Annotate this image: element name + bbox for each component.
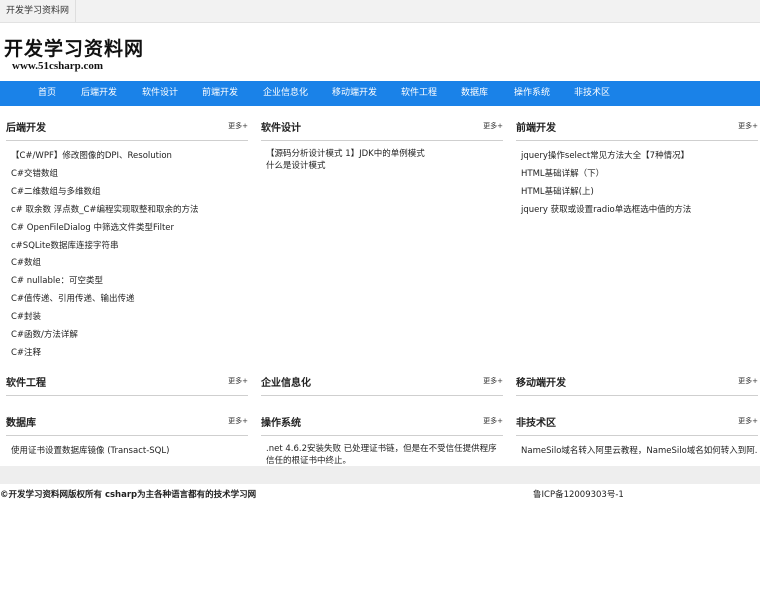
more-link[interactable]: 更多+	[738, 376, 758, 386]
logo-url: www.51csharp.com	[12, 60, 104, 72]
section-database: 数据库 更多+ 使用证书设置数据库镜像 (Transact-SQL)	[6, 407, 248, 461]
section-swe: 软件工程 更多+	[6, 367, 248, 396]
more-link[interactable]: 更多+	[483, 376, 503, 386]
list-item[interactable]: C#封装	[6, 309, 248, 327]
copyright-text: ©开发学习资料网版权所有 csharp为主各种语言都有的技术学习网	[0, 490, 257, 500]
list-item[interactable]: C#二维数组与多维数组	[6, 184, 248, 202]
article-list: 【C#/WPF】修改图像的DPI、Resolution C#交错数组 C#二维数…	[6, 148, 248, 363]
section-os: 操作系统 更多+ .net 4.6.2安装失败 已处理证书链，但是在不受信任提供…	[261, 407, 503, 467]
main-nav: 首页 后端开发 软件设计 前端开发 企业信息化 移动端开发 软件工程 数据库 操…	[0, 81, 760, 106]
section-header: 非技术区 更多+	[516, 407, 758, 436]
nav-item-swe[interactable]: 软件工程	[401, 81, 437, 106]
nav-item-design[interactable]: 软件设计	[142, 81, 178, 106]
section-header: 软件设计 更多+	[261, 112, 503, 141]
list-item[interactable]: c#SQLite数据库连接字符串	[6, 238, 248, 256]
list-item[interactable]: jquery 获取或设置radio单选框选中值的方法	[516, 202, 758, 220]
section-title: 移动端开发	[516, 378, 566, 389]
section-header: 企业信息化 更多+	[261, 367, 503, 396]
list-item[interactable]: C#交错数组	[6, 166, 248, 184]
section-title: 后端开发	[6, 123, 46, 134]
section-backend: 后端开发 更多+ 【C#/WPF】修改图像的DPI、Resolution C#交…	[6, 112, 248, 363]
section-design: 软件设计 更多+ 【源码分析设计模式 1】JDK中的单例模式 什么是设计模式	[261, 112, 503, 172]
section-title: 软件工程	[6, 378, 46, 389]
site-home-link[interactable]: 开发学习资料网	[0, 0, 77, 22]
list-item[interactable]: 【源码分析设计模式 1】JDK中的单例模式	[261, 148, 503, 160]
section-header: 前端开发 更多+	[516, 112, 758, 141]
nav-item-nontech[interactable]: 非技术区	[574, 81, 610, 106]
list-item[interactable]: C# nullable：可空类型	[6, 273, 248, 291]
section-header: 数据库 更多+	[6, 407, 248, 436]
section-title: 非技术区	[516, 418, 556, 429]
nav-item-backend[interactable]: 后端开发	[81, 81, 117, 106]
list-item[interactable]: jquery操作select常见方法大全【7种情况】	[516, 148, 758, 166]
section-title: 前端开发	[516, 123, 556, 134]
footer: ©开发学习资料网版权所有 csharp为主各种语言都有的技术学习网 鲁ICP备1…	[0, 484, 760, 504]
nav-item-mobile[interactable]: 移动端开发	[332, 81, 377, 106]
list-item[interactable]: 【C#/WPF】修改图像的DPI、Resolution	[6, 148, 248, 166]
top-bar: 开发学习资料网	[0, 0, 760, 23]
list-item[interactable]: C#数组	[6, 255, 248, 273]
section-title: 软件设计	[261, 123, 301, 134]
list-item[interactable]: 什么是设计模式	[261, 160, 503, 172]
article-list: NameSilo域名转入阿里云教程，NameSilo域名如何转入到阿...	[516, 443, 758, 461]
more-link[interactable]: 更多+	[738, 416, 758, 426]
list-item[interactable]: C#值传递、引用传递、输出传递	[6, 291, 248, 309]
article-list: jquery操作select常见方法大全【7种情况】 HTML基础详解（下） H…	[516, 148, 758, 220]
list-item[interactable]: HTML基础详解(上)	[516, 184, 758, 202]
list-item[interactable]: HTML基础详解（下）	[516, 166, 758, 184]
section-header: 操作系统 更多+	[261, 407, 503, 436]
nav-item-home[interactable]: 首页	[38, 81, 56, 106]
article-list: 【源码分析设计模式 1】JDK中的单例模式 什么是设计模式	[261, 148, 503, 172]
footer-band	[0, 466, 760, 484]
nav-item-database[interactable]: 数据库	[461, 81, 488, 106]
section-frontend: 前端开发 更多+ jquery操作select常见方法大全【7种情况】 HTML…	[516, 112, 758, 220]
section-header: 移动端开发 更多+	[516, 367, 758, 396]
section-nontech: 非技术区 更多+ NameSilo域名转入阿里云教程，NameSilo域名如何转…	[516, 407, 758, 461]
list-item[interactable]: NameSilo域名转入阿里云教程，NameSilo域名如何转入到阿...	[516, 443, 758, 461]
section-title: 数据库	[6, 418, 36, 429]
list-item[interactable]: C#函数/方法详解	[6, 327, 248, 345]
section-header: 后端开发 更多+	[6, 112, 248, 141]
section-enterprise: 企业信息化 更多+	[261, 367, 503, 396]
more-link[interactable]: 更多+	[228, 376, 248, 386]
article-list: .net 4.6.2安装失败 已处理证书链，但是在不受信任提供程序信任的根证书中…	[261, 443, 503, 467]
more-link[interactable]: 更多+	[228, 121, 248, 131]
list-item[interactable]: 使用证书设置数据库镜像 (Transact-SQL)	[6, 443, 248, 461]
nav-item-frontend[interactable]: 前端开发	[202, 81, 238, 106]
article-list: 使用证书设置数据库镜像 (Transact-SQL)	[6, 443, 248, 461]
more-link[interactable]: 更多+	[483, 121, 503, 131]
nav-item-enterprise[interactable]: 企业信息化	[263, 81, 308, 106]
more-link[interactable]: 更多+	[483, 416, 503, 426]
list-item[interactable]: C# OpenFileDialog 中筛选文件类型Filter	[6, 220, 248, 238]
list-item[interactable]: c# 取余数 浮点数_C#编程实现取整和取余的方法	[6, 202, 248, 220]
list-item[interactable]: .net 4.6.2安装失败 已处理证书链，但是在不受信任提供程序信任的根证书中…	[261, 443, 503, 467]
more-link[interactable]: 更多+	[228, 416, 248, 426]
icp-link[interactable]: 鲁ICP备12009303号-1	[533, 488, 624, 500]
section-title: 企业信息化	[261, 378, 311, 389]
section-mobile: 移动端开发 更多+	[516, 367, 758, 396]
more-link[interactable]: 更多+	[738, 121, 758, 131]
nav-item-os[interactable]: 操作系统	[514, 81, 550, 106]
section-header: 软件工程 更多+	[6, 367, 248, 396]
logo-name: 开发学习资料网	[4, 38, 145, 60]
list-item[interactable]: C#注释	[6, 345, 248, 363]
section-title: 操作系统	[261, 418, 301, 429]
site-logo[interactable]: 开发学习资料网 www.51csharp.com	[4, 38, 164, 78]
